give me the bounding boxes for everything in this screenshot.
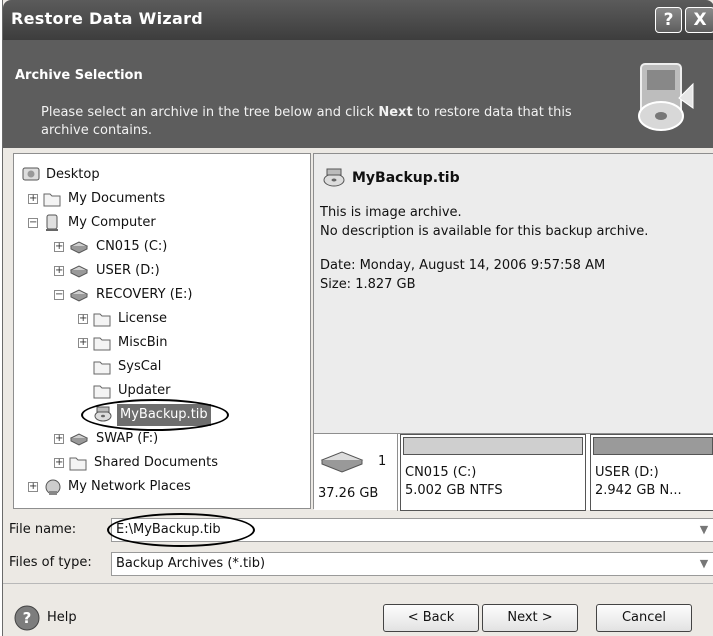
- disk-number: 1: [378, 454, 387, 469]
- restore-data-wizard-window: Restore Data Wizard ? X Archive Selectio…: [2, 0, 713, 636]
- partition-usage-bar: [593, 437, 713, 455]
- archive-date: Date: Monday, August 14, 2006 9:57:58 AM: [320, 258, 606, 273]
- expand-icon[interactable]: +: [28, 482, 38, 492]
- partition-c[interactable]: CN015 (C:) 5.002 GB NTFS: [400, 434, 586, 511]
- help-icon: ?: [14, 605, 40, 631]
- archive-size: Size: 1.827 GB: [320, 277, 416, 292]
- archive-tree[interactable]: Desktop + My Documents − My Computer + C…: [13, 153, 311, 509]
- folder-icon: [93, 361, 111, 375]
- hard-drive-icon: [69, 265, 89, 278]
- disk-icon: [320, 451, 364, 473]
- tree-item-label: SWAP (F:): [96, 431, 159, 446]
- desktop-icon: [22, 167, 40, 181]
- tree-item-label: MiscBin: [118, 335, 168, 350]
- wizard-header: Archive Selection Please select an archi…: [3, 40, 713, 148]
- tree-item-label: USER (D:): [96, 263, 160, 278]
- chevron-down-icon[interactable]: ▼: [697, 522, 711, 538]
- tree-item-label: Shared Documents: [94, 455, 219, 470]
- expand-icon[interactable]: +: [54, 458, 64, 468]
- tree-item-label: SysCal: [118, 359, 162, 374]
- computer-icon: [46, 214, 58, 231]
- folder-icon: [93, 313, 111, 327]
- title-bar[interactable]: Restore Data Wizard ? X: [3, 0, 713, 40]
- expand-icon[interactable]: +: [78, 314, 88, 324]
- step-description-bold: Next: [378, 105, 413, 120]
- expand-icon[interactable]: +: [78, 338, 88, 348]
- help-label: Help: [47, 610, 77, 625]
- restore-disk-icon: [638, 63, 694, 131]
- partition-name: CN015 (C:): [405, 465, 477, 480]
- cancel-button[interactable]: Cancel: [596, 604, 692, 632]
- expand-icon[interactable]: +: [28, 194, 38, 204]
- archive-description: No description is available for this bac…: [320, 224, 649, 239]
- collapse-icon[interactable]: −: [28, 218, 38, 228]
- collapse-icon[interactable]: −: [54, 290, 64, 300]
- window-title: Restore Data Wizard: [11, 9, 204, 28]
- hard-drive-icon: [69, 433, 89, 446]
- disk-info: 1 37.26 GB: [314, 434, 398, 511]
- hard-drive-icon: [69, 241, 89, 254]
- archive-name: MyBackup.tib: [352, 170, 460, 186]
- partition-d[interactable]: USER (D:) 2.942 GB N...: [590, 434, 713, 511]
- partition-info: 5.002 GB NTFS: [405, 483, 503, 498]
- archive-details: MyBackup.tib This is image archive. No d…: [313, 153, 713, 511]
- folder-icon: [93, 385, 111, 399]
- partition-name: USER (D:): [595, 465, 659, 480]
- help-title-button[interactable]: ?: [655, 7, 682, 33]
- step-description: Please select an archive in the tree bel…: [41, 104, 621, 140]
- separator: [3, 583, 713, 584]
- chevron-down-icon[interactable]: ▼: [697, 556, 711, 572]
- step-title: Archive Selection: [15, 68, 143, 83]
- tree-item-label: My Network Places: [68, 479, 191, 494]
- file-type-label: Files of type:: [9, 555, 92, 570]
- highlight-oval: [81, 399, 229, 431]
- archive-type: This is image archive.: [320, 205, 462, 220]
- tree-item-label: My Documents: [68, 191, 166, 206]
- step-description-part1: Please select an archive in the tree bel…: [41, 105, 379, 120]
- hard-drive-icon: [69, 289, 89, 302]
- disk-size: 37.26 GB: [318, 486, 379, 501]
- file-name-label: File name:: [9, 522, 77, 537]
- file-type-select[interactable]: Backup Archives (*.tib) ▼: [111, 552, 713, 576]
- folder-icon: [43, 193, 61, 207]
- tree-item-label: CN015 (C:): [96, 239, 168, 254]
- network-icon: [45, 479, 61, 495]
- partition-usage-bar: [403, 437, 583, 455]
- tree-item-label: My Computer: [68, 215, 156, 230]
- tree-item-label: Desktop: [46, 167, 100, 182]
- expand-icon[interactable]: +: [54, 266, 64, 276]
- expand-icon[interactable]: +: [54, 434, 64, 444]
- disk-map: 1 37.26 GB CN015 (C:) 5.002 GB NTFS USER…: [314, 433, 713, 511]
- folder-icon: [93, 337, 111, 351]
- partition-info: 2.942 GB N...: [595, 483, 682, 498]
- highlight-oval: [107, 513, 255, 547]
- tree-item-label: License: [118, 311, 168, 326]
- svg-text:?: ?: [23, 609, 32, 627]
- tree-item-label: RECOVERY (E:): [96, 287, 193, 302]
- next-button[interactable]: Next >: [482, 604, 578, 632]
- expand-icon[interactable]: +: [54, 242, 64, 252]
- file-type-value: Backup Archives (*.tib): [116, 556, 266, 571]
- close-button[interactable]: X: [685, 7, 713, 33]
- folder-icon: [69, 457, 87, 471]
- backup-archive-icon: [323, 168, 345, 187]
- back-button[interactable]: < Back: [383, 604, 479, 632]
